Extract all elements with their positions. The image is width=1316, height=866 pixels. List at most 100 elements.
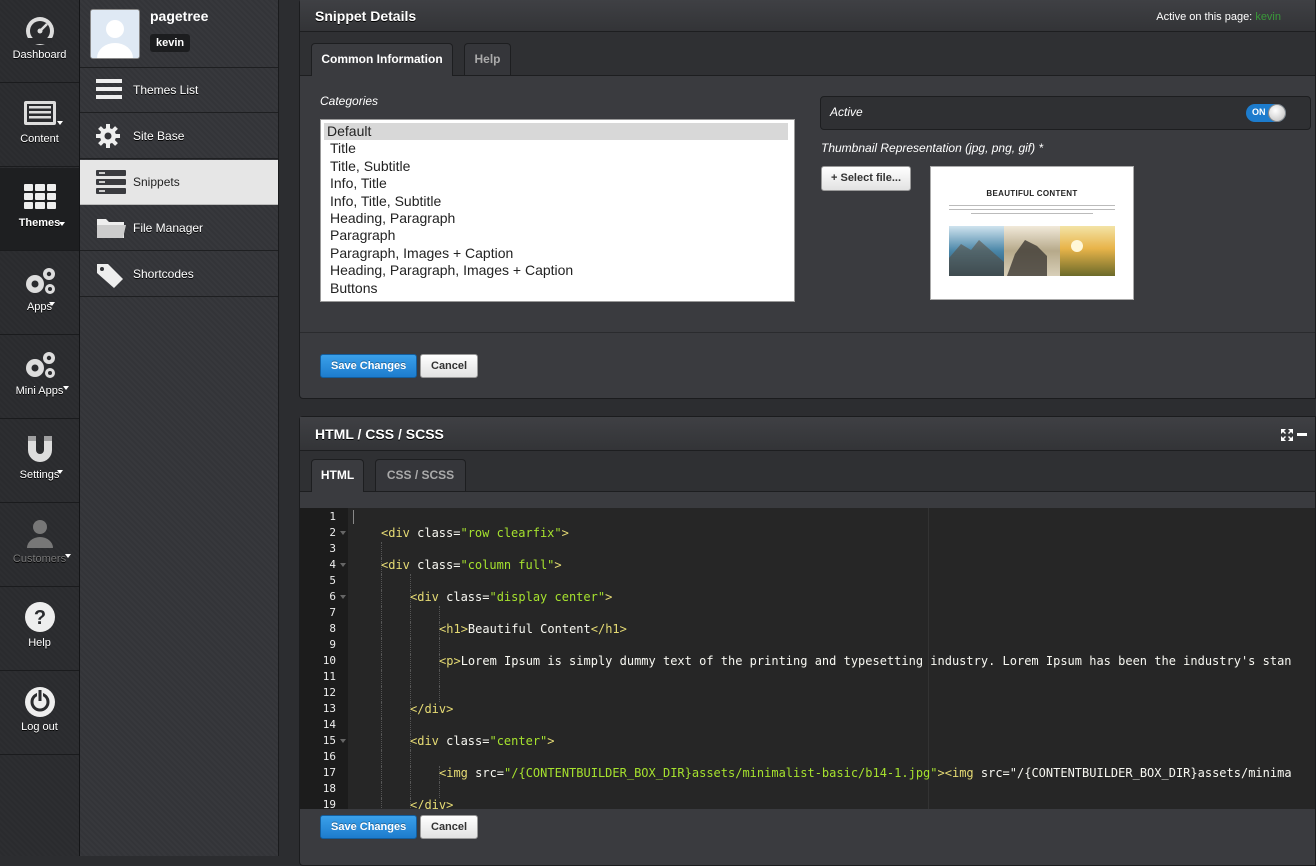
tab-common-information[interactable]: Common Information — [311, 43, 453, 76]
expand-icon[interactable] — [1281, 428, 1293, 446]
nav-settings[interactable]: Settings — [0, 420, 79, 503]
line-number: 13 — [322, 702, 336, 715]
fold-arrow-icon[interactable] — [340, 531, 346, 535]
chevron-down-icon — [57, 470, 63, 474]
chevron-down-icon — [65, 554, 71, 558]
code-editor[interactable]: 1 2 3 4 5 6 7 8 9 10 11 12 13 14 15 16 17 18 19 <div class… — [300, 508, 1315, 809]
subnav-item-snippets[interactable]: Snippets — [80, 160, 278, 205]
active-on-page-value: kevin — [1255, 11, 1281, 23]
indent-guide — [381, 670, 382, 686]
minimize-icon[interactable] — [1297, 433, 1307, 436]
save-changes-button[interactable]: Save Changes — [320, 354, 418, 378]
line-number: 15 — [322, 734, 336, 747]
nav-help[interactable]: ? Help — [0, 588, 79, 671]
save-changes-button[interactable]: Save Changes — [320, 815, 418, 839]
avatar[interactable] — [90, 9, 140, 59]
code-line: <h1>Beautiful Content</h1> — [439, 622, 627, 636]
line-number: 14 — [322, 718, 336, 731]
tab-html[interactable]: HTML — [311, 459, 364, 492]
code-line: </div> — [410, 702, 454, 716]
indent-guide — [381, 718, 382, 734]
line-number: 16 — [322, 750, 336, 763]
chevron-down-icon — [59, 222, 65, 226]
mini-apps-icon — [0, 348, 79, 382]
tags-icon — [96, 262, 124, 288]
server-icon — [96, 170, 126, 194]
subnav-item-shortcodes[interactable]: Shortcodes — [80, 252, 278, 297]
nav-apps[interactable]: Apps — [0, 252, 79, 335]
indent-guide — [381, 622, 382, 638]
category-option[interactable]: Info, Title — [324, 175, 788, 192]
panel-header: HTML / CSS / SCSS — [300, 417, 1315, 451]
cancel-button[interactable]: Cancel — [420, 354, 479, 378]
subnav-item-site-base[interactable]: Site Base — [80, 114, 278, 159]
fold-arrow-icon[interactable] — [340, 563, 346, 567]
indent-guide — [410, 766, 411, 782]
categories-listbox[interactable]: Default Title Title, Subtitle Info, Titl… — [320, 119, 795, 302]
indent-guide — [439, 606, 440, 622]
category-option[interactable]: Title — [324, 140, 788, 157]
nav-dashboard-label: Dashboard — [12, 49, 67, 61]
nav-dashboard[interactable]: Dashboard — [0, 0, 79, 83]
line-number: 6 — [329, 590, 336, 603]
nav-settings-label: Settings — [19, 469, 60, 481]
categories-label: Categories — [320, 94, 379, 108]
line-number: 12 — [322, 686, 336, 699]
indent-guide — [381, 750, 382, 766]
nav-themes[interactable]: Themes — [0, 168, 79, 251]
thumbnail-preview: BEAUTIFUL CONTENT — [930, 166, 1134, 300]
indent-guide — [381, 542, 382, 558]
fold-arrow-icon[interactable] — [340, 595, 346, 599]
category-option[interactable]: Paragraph, Images + Caption — [324, 245, 788, 262]
line-number: 19 — [322, 798, 336, 809]
tab-css-scss[interactable]: CSS / SCSS — [375, 459, 466, 491]
category-option[interactable]: Paragraph — [324, 227, 788, 244]
indent-guide — [410, 750, 411, 766]
active-on-page: Active on this page: kevin — [1156, 11, 1281, 23]
select-file-button[interactable]: + Select file... — [821, 166, 912, 191]
indent-guide — [439, 670, 440, 686]
category-option[interactable]: Info, Title, Subtitle — [324, 193, 788, 210]
category-option[interactable]: Buttons — [324, 280, 788, 297]
cancel-button[interactable]: Cancel — [420, 815, 479, 839]
code-line: <img src="/{CONTENTBUILDER_BOX_DIR}asset… — [439, 766, 1292, 780]
subnav-item-label: File Manager — [133, 221, 204, 235]
chevron-down-icon — [63, 386, 69, 390]
panel-title: Snippet Details — [315, 8, 417, 24]
fold-arrow-icon[interactable] — [340, 739, 346, 743]
user-box: pagetree kevin — [80, 0, 278, 68]
gear-icon — [96, 124, 124, 148]
nav-customers[interactable]: Customers — [0, 504, 79, 587]
thumbnail-label: Thumbnail Representation (jpg, png, gif)… — [821, 141, 1044, 155]
indent-guide — [439, 782, 440, 798]
toggle-knob-icon — [1268, 104, 1286, 122]
toggle-state: ON — [1252, 107, 1266, 117]
line-number: 17 — [322, 766, 336, 779]
indent-guide — [381, 686, 382, 702]
category-option[interactable]: Heading, Paragraph, Images + Caption — [324, 262, 788, 279]
nav-mini-apps[interactable]: Mini Apps — [0, 336, 79, 419]
category-option[interactable]: Default — [324, 123, 788, 141]
indent-guide — [381, 782, 382, 798]
nav-logout[interactable]: Log out — [0, 672, 79, 755]
dashboard-icon — [0, 12, 79, 46]
list-icon — [96, 78, 124, 102]
indent-guide — [410, 718, 411, 734]
help-icon: ? — [0, 600, 79, 634]
subnav-item-file-manager[interactable]: File Manager — [80, 206, 278, 251]
tab-help[interactable]: Help — [464, 43, 511, 75]
active-toggle[interactable]: ON — [1246, 104, 1286, 122]
category-option[interactable]: Heading, Paragraph — [324, 210, 788, 227]
panel-title: HTML / CSS / SCSS — [315, 426, 444, 442]
nav-content[interactable]: Content — [0, 84, 79, 167]
subnav-item-label: Snippets — [133, 175, 180, 189]
line-number: 7 — [329, 606, 336, 619]
subnav-item-themes-list[interactable]: Themes List — [80, 68, 278, 113]
panel-divider — [300, 332, 1315, 333]
indent-guide — [381, 654, 382, 670]
category-option[interactable]: Title, Subtitle — [324, 158, 788, 175]
thumbnail-text-line — [949, 205, 1115, 206]
subnav-item-label: Themes List — [133, 83, 199, 97]
indent-guide — [381, 574, 382, 590]
nav-themes-label: Themes — [18, 217, 61, 229]
